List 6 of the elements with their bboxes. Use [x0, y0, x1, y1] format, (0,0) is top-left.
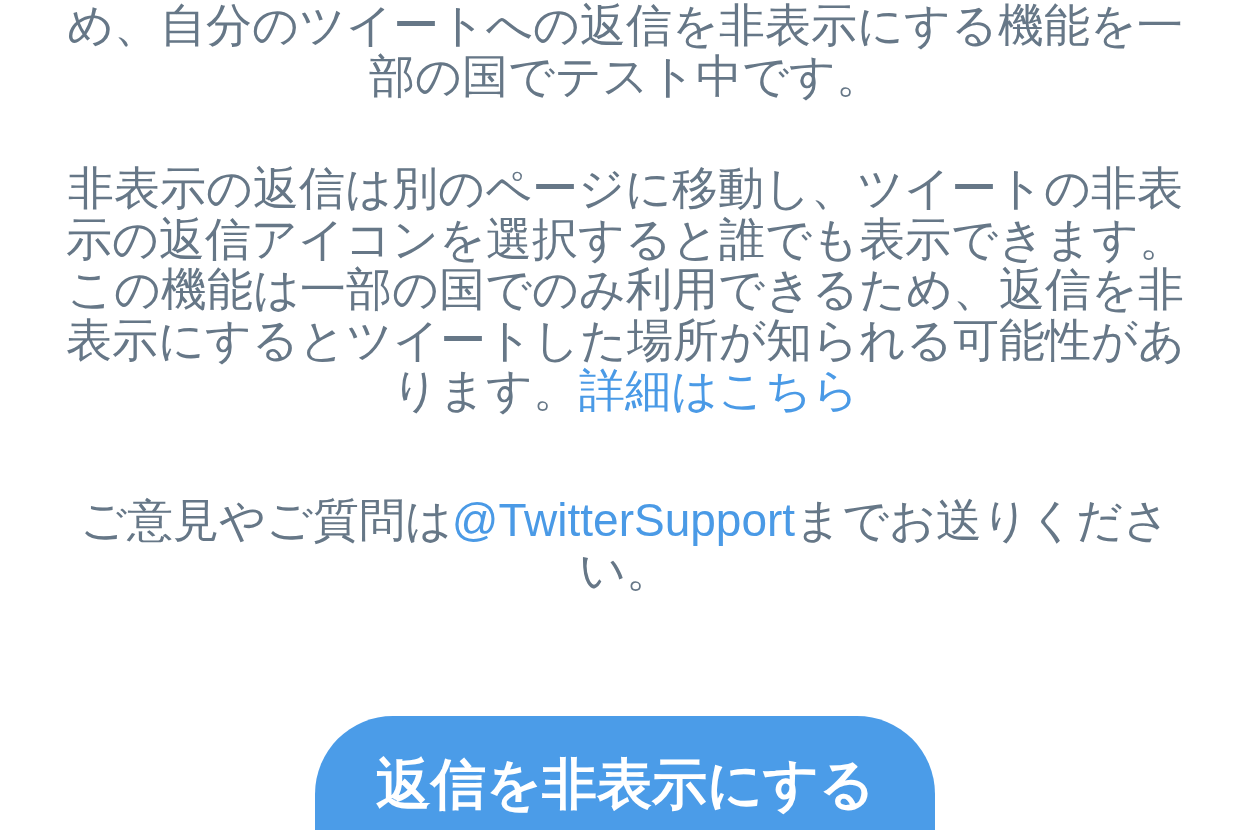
info-paragraph: 非表示の返信は別のページに移動し、ツイートの非表示の返信アイコンを選択すると誰でも表示できます。この機能は一部の国でのみ利用できるため、返信を非表示にするとツイートした場所が知られる可能性があります。詳細はこちら	[64, 163, 1186, 416]
info-paragraph: ご意見やご質問は@TwitterSupportまでお送りください。	[78, 494, 1172, 596]
hide-replies-button[interactable]: 返信を非表示にする	[315, 715, 935, 830]
info-paragraph: め、自分のツイートへの返信を非表示にする機能を一部の国でテスト中です。	[66, 0, 1184, 101]
help-link[interactable]: 詳細はこちら	[578, 364, 859, 416]
help-link[interactable]: @TwitterSupport	[451, 493, 796, 546]
